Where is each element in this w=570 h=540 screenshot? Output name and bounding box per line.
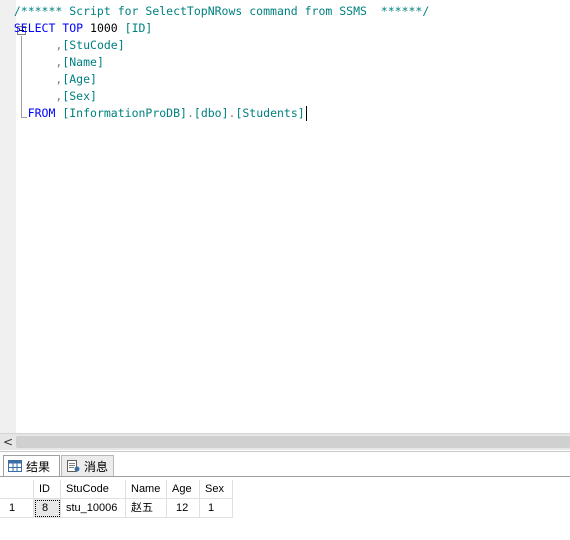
code-token: [InformationProDB] (62, 106, 187, 120)
tab-messages-label: 消息 (84, 459, 109, 474)
code-token: [ID] (124, 21, 153, 35)
code-token: [dbo] (193, 106, 229, 120)
grid-header-row: ID StuCode Name Age Sex (0, 480, 233, 499)
code-line: /****** Script for SelectTopNRows comman… (0, 3, 570, 20)
results-pane: 结果 消息 ID StuCode Name Age Sex 1 8 stu_10 (0, 451, 570, 540)
grid-cell[interactable]: 赵五 (126, 499, 167, 518)
table-row[interactable]: 1 8 stu_10006 赵五 12 1 (0, 499, 233, 518)
code-line: ,[Age] (0, 71, 570, 88)
code-line: ,[StuCode] (0, 37, 570, 54)
code-token: [StuCode] (62, 38, 125, 52)
row-header-corner (0, 480, 34, 499)
code-line: ,[Sex] (0, 88, 570, 105)
code-token: . (186, 106, 194, 120)
code-token: [Students] (235, 106, 305, 120)
code-token: 1000 (83, 21, 125, 35)
grid-cell[interactable]: stu_10006 (61, 499, 126, 518)
code-token: SELECT TOP (0, 21, 84, 35)
column-header[interactable]: StuCode (61, 480, 126, 499)
horizontal-scrollbar[interactable]: < (0, 433, 570, 450)
code-line: SELECT TOP 1000 [ID] (0, 20, 570, 37)
tab-results[interactable]: 结果 (3, 455, 60, 476)
query-editor[interactable]: /****** Script for SelectTopNRows comman… (0, 0, 570, 433)
text-caret (305, 106, 307, 121)
scrollbar-thumb[interactable] (16, 436, 570, 448)
row-number[interactable]: 1 (0, 499, 34, 518)
grid-icon (8, 460, 22, 472)
code-token: [Sex] (62, 89, 97, 103)
code-token: FROM (0, 106, 56, 120)
column-header[interactable]: Sex (200, 480, 233, 499)
tab-results-label: 结果 (26, 459, 51, 474)
code-token: /****** Script for SelectTopNRows comman… (0, 4, 430, 18)
tab-messages[interactable]: 消息 (61, 455, 114, 476)
sql-code[interactable]: /****** Script for SelectTopNRows comman… (0, 3, 570, 122)
code-line: ,[Name] (0, 54, 570, 71)
grid-cell[interactable]: 8 (34, 499, 61, 518)
column-header[interactable]: Age (167, 480, 200, 499)
grid-cell[interactable]: 1 (200, 499, 233, 518)
tab-divider (0, 476, 570, 477)
message-icon (67, 460, 80, 472)
code-token: [Name] (62, 55, 104, 69)
scroll-left-button[interactable]: < (0, 434, 16, 450)
grid-cell[interactable]: 12 (167, 499, 200, 518)
column-header[interactable]: ID (34, 480, 61, 499)
column-header[interactable]: Name (126, 480, 167, 499)
code-token: [Age] (62, 72, 97, 86)
code-line: FROM [InformationProDB].[dbo].[Students] (0, 105, 570, 122)
